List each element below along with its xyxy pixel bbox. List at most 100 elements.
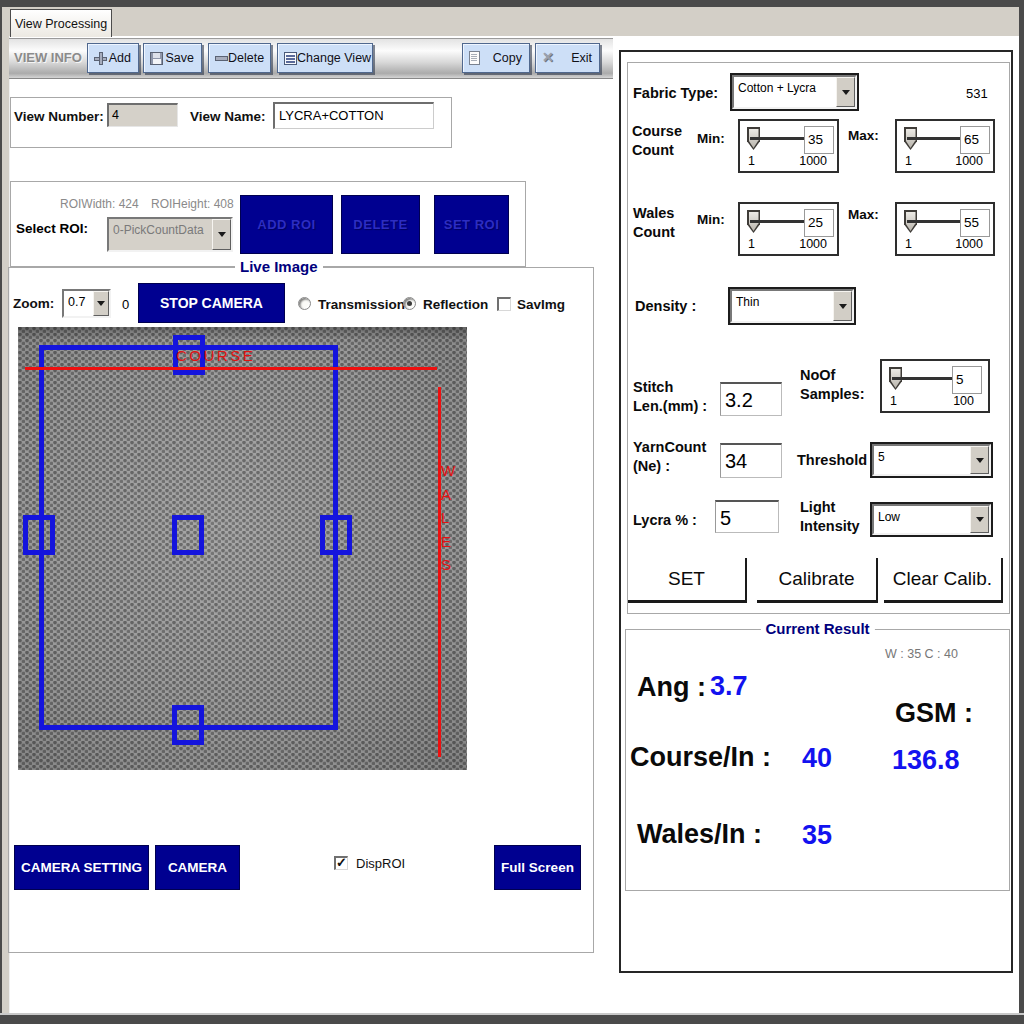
yarn-count-field[interactable]: 34	[720, 443, 782, 478]
savimg-checkbox[interactable]	[497, 297, 511, 311]
change-view-label: Change View	[297, 51, 373, 65]
samples-value[interactable]: 5	[952, 366, 982, 394]
wales-max-value[interactable]: 55	[960, 209, 990, 237]
course-min-slider[interactable]: 35 1 1000	[738, 119, 839, 173]
wc-summary: W : 35 C : 40	[885, 647, 958, 661]
select-roi-dropdown-button[interactable]	[212, 219, 231, 250]
zoom-dropdown[interactable]: 0.7	[62, 289, 111, 318]
zoom-dropdown-button[interactable]	[93, 291, 109, 316]
add-button[interactable]: Add	[87, 43, 139, 73]
range-min-label: 1	[905, 154, 912, 168]
roi-handle-right[interactable]	[320, 515, 352, 555]
wales-max-slider[interactable]: 55 1 1000	[895, 202, 995, 256]
code-value: 531	[966, 86, 988, 101]
light-intensity-value: Low	[874, 506, 970, 533]
wales-count-label: WalesCount	[633, 204, 675, 242]
roi-handle-center[interactable]	[172, 515, 204, 555]
slider-track	[750, 220, 806, 223]
fabric-type-dropdown-button[interactable]	[836, 77, 855, 107]
range-max-label: 1000	[955, 154, 983, 168]
chevron-down-icon	[842, 90, 850, 95]
threshold-dropdown[interactable]: 5	[870, 442, 993, 478]
window-border-right	[1019, 0, 1024, 1024]
camera-counter: 0	[122, 297, 129, 312]
savimg-label: SavImg	[517, 297, 565, 312]
threshold-dropdown-button[interactable]	[970, 446, 989, 474]
range-max-label: 100	[953, 394, 974, 408]
wales-min-slider[interactable]: 25 1 1000	[738, 202, 839, 256]
wales-min-value[interactable]: 25	[804, 209, 834, 237]
reflection-radio[interactable]	[403, 297, 416, 310]
density-dropdown-button[interactable]	[833, 291, 852, 321]
copy-button[interactable]: Copy	[462, 43, 530, 73]
roi-width-label: ROIWidth: 424	[60, 197, 139, 211]
range-min-label: 1	[748, 237, 755, 251]
fabric-type-label: Fabric Type:	[633, 84, 718, 103]
roi-handle-left[interactable]	[23, 515, 55, 555]
transmission-radio[interactable]	[298, 297, 311, 310]
density-dropdown[interactable]: Thin	[728, 287, 856, 325]
stop-camera-button[interactable]: STOP CAMERA	[138, 283, 285, 323]
course-overlay-label: COURSE	[176, 347, 255, 364]
set-button[interactable]: SET	[628, 558, 747, 603]
course-max-value[interactable]: 65	[960, 126, 990, 154]
yarn-count-label: YarnCount(Ne) :	[633, 438, 706, 476]
view-name-field[interactable]: LYCRA+COTTON	[273, 102, 434, 129]
clear-calib-button[interactable]: Clear Calib.	[884, 558, 1003, 603]
camera-image[interactable]: COURSE WALES	[18, 327, 467, 770]
save-icon	[150, 52, 163, 65]
range-min-label: 1	[905, 237, 912, 251]
course-min-value[interactable]: 35	[804, 126, 834, 154]
chevron-down-icon	[218, 232, 226, 237]
chevron-down-icon	[976, 517, 984, 522]
slider-track	[907, 220, 962, 223]
chevron-down-icon	[976, 458, 984, 463]
list-icon	[284, 52, 297, 65]
add-label: Add	[107, 51, 133, 65]
delete-roi-button[interactable]: DELETE	[341, 195, 420, 254]
save-label: Save	[163, 51, 196, 65]
chevron-down-icon	[839, 304, 847, 309]
range-min-label: 1	[748, 154, 755, 168]
ang-label: Ang :	[637, 672, 706, 703]
wales-in-label: Wales/In :	[637, 819, 762, 850]
slider-track	[907, 137, 962, 140]
density-value: Thin	[732, 291, 833, 321]
exit-button[interactable]: Exit	[535, 43, 600, 73]
course-max-slider[interactable]: 65 1 1000	[895, 119, 995, 173]
calibrate-button[interactable]: Calibrate	[757, 558, 878, 603]
lycra-field[interactable]: 5	[715, 500, 779, 533]
samples-slider[interactable]: 5 1 100	[880, 359, 990, 413]
disproi-checkbox[interactable]	[334, 856, 348, 870]
delete-button[interactable]: Delete	[208, 43, 271, 73]
light-intensity-dropdown-inner: Low	[872, 504, 991, 535]
fabric-type-dropdown[interactable]: Cotton + Lycra	[730, 73, 859, 111]
change-view-button[interactable]: Change View	[277, 43, 373, 73]
light-intensity-dropdown[interactable]: Low	[870, 502, 993, 537]
zoom-dropdown-inner: 0.7	[62, 289, 111, 318]
wales-overlay-label: WALES	[441, 459, 455, 577]
course-line-overlay	[25, 367, 437, 370]
add-roi-button[interactable]: ADD ROI	[240, 195, 333, 254]
window-border-top	[0, 0, 1024, 7]
gsm-value: 136.8	[892, 745, 960, 776]
camera-setting-button[interactable]: CAMERA SETTING	[14, 845, 149, 890]
set-roi-button[interactable]: SET ROI	[434, 195, 509, 254]
select-roi-dropdown[interactable]: 0-PickCountData	[107, 217, 233, 252]
zoom-value: 0.7	[64, 291, 93, 316]
stitch-length-field[interactable]: 3.2	[720, 382, 782, 416]
delete-label: Delete	[228, 51, 266, 65]
full-screen-button[interactable]: Full Screen	[494, 845, 581, 890]
light-intensity-dropdown-button[interactable]	[970, 506, 989, 533]
roi-handle-bottom[interactable]	[172, 705, 204, 745]
current-result-title: Current Result	[760, 620, 874, 637]
density-dropdown-inner: Thin	[730, 289, 854, 323]
camera-button[interactable]: CAMERA	[155, 845, 240, 890]
range-max-label: 1000	[799, 154, 827, 168]
tab-view-processing[interactable]: View Processing	[10, 9, 112, 37]
gsm-label: GSM :	[895, 698, 973, 729]
exit-label: Exit	[556, 51, 594, 65]
save-button[interactable]: Save	[143, 43, 202, 73]
view-number-field[interactable]: 4	[107, 103, 178, 127]
chevron-down-icon	[97, 301, 105, 306]
